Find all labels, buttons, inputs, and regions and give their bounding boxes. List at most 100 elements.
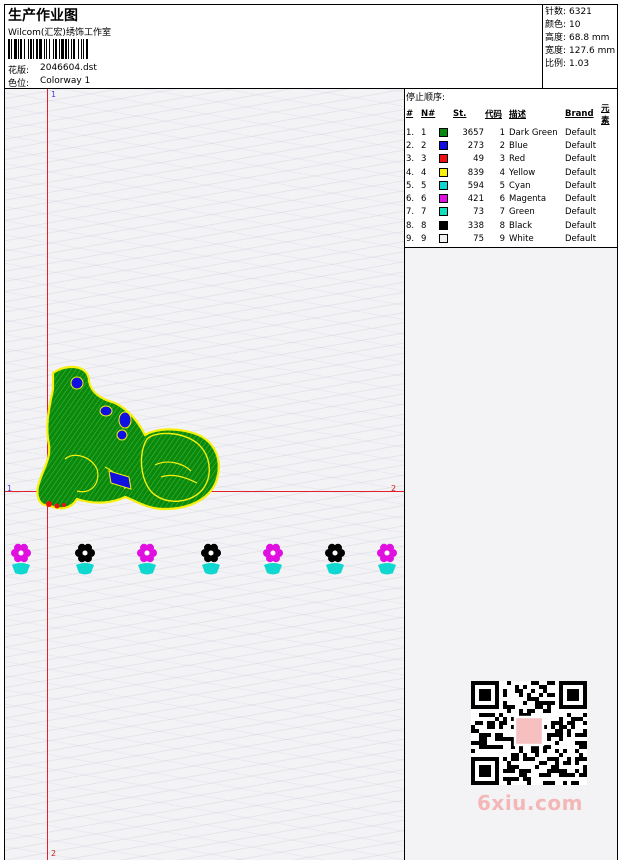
code-cell: 6 — [499, 194, 505, 205]
code-cell: 5 — [499, 180, 505, 191]
brand-cell: Default — [565, 234, 597, 245]
watermark-site: 6xiu.com — [477, 791, 583, 815]
studio-name: Wilcom(汇宏)绣饰工作室 — [8, 28, 111, 38]
stitches-cell: 49 — [473, 154, 484, 165]
col-seq: # — [406, 109, 414, 119]
spec-label: 比例: — [545, 59, 567, 69]
description-cell: Blue — [509, 140, 528, 151]
flower-border-row — [11, 543, 397, 575]
element-cell — [601, 179, 617, 192]
element-cell — [601, 139, 617, 152]
spec-height: 高度: 68.8 mm — [543, 32, 617, 45]
table-row: 7. 7 73 7 Green Default — [405, 206, 617, 219]
description-cell: Magenta — [509, 194, 547, 205]
production-worksheet: 生产作业图 Wilcom(汇宏)绣饰工作室 花版: 2046604.dst 色位… — [4, 4, 618, 860]
axis-label-right: 2 — [391, 484, 397, 493]
seq-cell: 3. — [406, 154, 415, 165]
table-header-row: # N# St. 代码 描述 Brand 元素 — [405, 102, 617, 126]
spec-value: 10 — [569, 20, 581, 30]
barcode — [8, 39, 88, 59]
design-specs: 针数: 6321 颜色: 10 高度: 68.8 mm 宽度: 127.6 mm 比例:… — [542, 5, 617, 89]
flower-motif — [201, 543, 221, 575]
table-row: 1. 1 3657 1 Dark Green Default — [405, 126, 617, 139]
stitches-cell: 594 — [467, 180, 484, 191]
stitches-cell: 421 — [467, 194, 484, 205]
element-cell — [601, 232, 617, 245]
code-cell: 4 — [499, 167, 505, 178]
col-swatch — [439, 102, 453, 126]
spec-label: 针数: — [545, 7, 567, 17]
spec-value: 127.6 mm — [569, 46, 616, 56]
swatch-cell — [439, 192, 453, 205]
table-row: 8. 8 338 8 Black Default — [405, 219, 617, 232]
swatch-cell — [439, 206, 453, 219]
seq-cell: 5. — [406, 180, 415, 191]
stitches-cell: 3657 — [462, 127, 484, 138]
spec-colors: 颜色: 10 — [543, 19, 617, 32]
color-swatch — [439, 220, 448, 230]
swatch-cell — [439, 153, 453, 166]
needle-cell: 3 — [421, 154, 427, 165]
col-element: 元素 — [601, 104, 610, 126]
table-row: 2. 2 273 2 Blue Default — [405, 139, 617, 152]
design-label: 花版: — [8, 66, 30, 76]
element-cell — [601, 153, 617, 166]
color-swatch — [439, 167, 448, 177]
qr-code — [471, 681, 587, 785]
brand-cell: Default — [565, 220, 597, 231]
spec-label: 宽度: — [545, 46, 567, 56]
col-needle: N# — [421, 109, 436, 119]
swatch-cell — [439, 232, 453, 245]
table-row: 5. 5 594 5 Cyan Default — [405, 179, 617, 192]
axis-label-bottom: 2 — [51, 849, 57, 858]
code-cell: 9 — [499, 234, 505, 245]
brand-cell: Default — [565, 127, 597, 138]
flower-motif — [263, 543, 283, 575]
brand-cell: Default — [565, 194, 597, 205]
worksheet-title: 生产作业图 — [8, 8, 78, 24]
col-brand: Brand — [565, 109, 594, 119]
spec-value: 68.8 mm — [569, 33, 610, 43]
swatch-cell — [439, 219, 453, 232]
description-cell: White — [509, 234, 534, 245]
table-row: 3. 3 49 3 Red Default — [405, 153, 617, 166]
stop-sequence-table: # N# St. 代码 描述 Brand 元素 1. 1 3657 1 Dark Gre… — [405, 102, 617, 259]
worksheet-header: 生产作业图 Wilcom(汇宏)绣饰工作室 花版: 2046604.dst 色位… — [5, 5, 617, 89]
color-swatch — [439, 180, 448, 190]
seq-cell: 7. — [406, 207, 415, 218]
flower-motif — [377, 543, 397, 575]
colorway-row: 色位: Colorway 1 — [8, 76, 90, 89]
needle-cell: 5 — [421, 180, 427, 191]
design-file-value: 2046604.dst — [40, 63, 97, 73]
swatch-cell — [439, 139, 453, 152]
description-cell: Red — [509, 154, 526, 165]
spec-label: 高度: — [545, 33, 567, 43]
flower-motif — [11, 543, 31, 575]
element-cell — [601, 166, 617, 179]
swatch-cell — [439, 179, 453, 192]
table-row: 6. 6 421 6 Magenta Default — [405, 192, 617, 205]
color-swatch — [439, 154, 448, 164]
colorway-value: Colorway 1 — [40, 76, 91, 86]
stitches-cell: 839 — [467, 167, 484, 178]
description-cell: Black — [509, 220, 532, 231]
seq-cell: 8. — [406, 220, 415, 231]
spec-width: 宽度: 127.6 mm — [543, 45, 617, 58]
seq-cell: 2. — [406, 140, 415, 151]
element-cell — [601, 206, 617, 219]
element-cell — [601, 219, 617, 232]
color-swatch — [439, 140, 448, 150]
brand-cell: Default — [565, 207, 597, 218]
description-cell: Green — [509, 207, 535, 218]
code-cell: 7 — [499, 207, 505, 218]
col-description: 描述 — [509, 110, 527, 120]
stop-sequence-panel: 停止顺序: # N# St. 代码 描述 Brand 元素 1. 1 3657 1 Da… — [405, 89, 617, 257]
seq-cell: 4. — [406, 167, 415, 178]
code-cell: 8 — [499, 220, 505, 231]
swatch-cell — [439, 126, 453, 139]
needle-cell: 2 — [421, 140, 427, 151]
stitches-cell: 273 — [467, 140, 484, 151]
embroidery-creature — [36, 365, 220, 511]
design-preview: 1 1 2 2 — [5, 89, 405, 860]
spec-value: 6321 — [569, 7, 592, 17]
